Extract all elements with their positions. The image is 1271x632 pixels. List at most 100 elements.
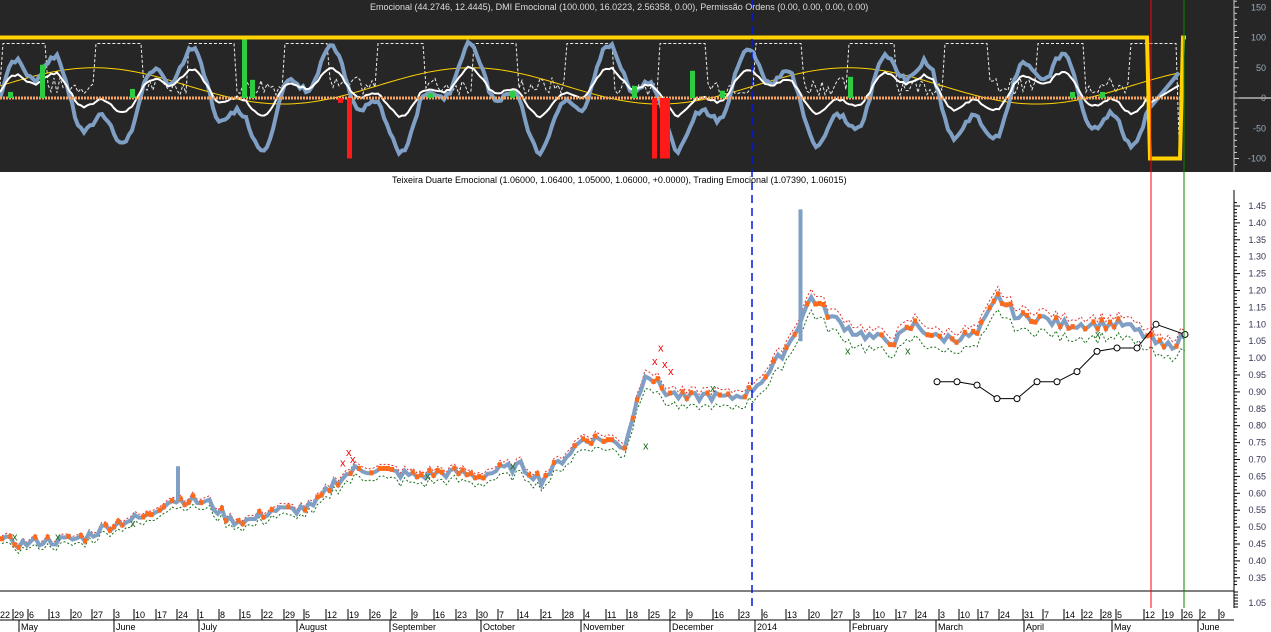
price-bar-down <box>551 460 556 466</box>
x-day-label: 4 <box>585 610 590 620</box>
price-bar-down <box>950 336 955 342</box>
price-bar-down <box>356 465 361 471</box>
lower-tick-label: 1.10 <box>1248 319 1266 329</box>
dmi-bar-positive <box>428 93 433 98</box>
dmi-bar-positive <box>1070 91 1075 98</box>
x-month-label: September <box>392 622 436 632</box>
x-day-label: 10 <box>960 610 970 620</box>
price-bar-down <box>925 332 930 338</box>
trading-emocional-point <box>1053 378 1061 386</box>
buy-marker: x <box>905 346 911 358</box>
price-bar-down <box>149 512 154 518</box>
x-month-label: December <box>672 622 714 632</box>
price-bar-down <box>821 301 826 307</box>
upper-tick-label: -100 <box>1248 154 1266 164</box>
subpanel-tick-label: 1.05 <box>1248 598 1266 608</box>
price-bar-down <box>1070 324 1075 330</box>
price-bar-down <box>1162 344 1166 350</box>
x-day-label: 24 <box>178 610 188 620</box>
dmi-bar-negative <box>660 98 665 159</box>
price-bar-down <box>66 533 71 539</box>
price-bar-down <box>1025 312 1030 318</box>
x-day-label: 12 <box>1145 610 1155 620</box>
price-bar-down <box>929 332 934 338</box>
lower-tick-label: 0.50 <box>1248 522 1266 532</box>
dmi-bar-positive <box>40 64 45 98</box>
price-bar-down <box>190 493 195 499</box>
dmi-bar-positive <box>720 90 725 98</box>
price-bar-down <box>1157 337 1162 343</box>
price-bar-down <box>390 466 395 472</box>
x-month-label: August <box>299 622 328 632</box>
price-bar-down <box>0 536 4 542</box>
price-bar-down <box>315 494 320 500</box>
dmi-bar-positive <box>130 88 135 98</box>
upper-tick-label: 150 <box>1251 2 1266 12</box>
x-day-label: 23 <box>457 610 467 620</box>
trading-emocional-point <box>1013 395 1021 403</box>
x-day-label: 27 <box>93 610 103 620</box>
sell-marker: x <box>658 342 664 354</box>
sell-marker: x <box>668 366 674 378</box>
price-bar-down <box>813 301 818 307</box>
x-day-label: 19 <box>349 610 359 620</box>
x-day-label: 31 <box>1024 610 1034 620</box>
price-bar-down <box>112 524 117 530</box>
price-bar-down <box>477 473 482 479</box>
x-day-label: 20 <box>72 610 82 620</box>
price-bar-down <box>1033 319 1038 325</box>
price-bar-down <box>261 514 266 520</box>
x-day-label: 7 <box>1044 610 1049 620</box>
buy-marker: x <box>710 383 716 395</box>
x-day-label: 25 <box>650 610 660 620</box>
x-day-label: 22 <box>263 610 273 620</box>
trading-emocional-point <box>953 378 961 386</box>
x-month-label: March <box>938 622 963 632</box>
x-day-label: 8 <box>220 610 225 620</box>
price-bar-down <box>1083 326 1088 332</box>
price-bar-down <box>771 358 776 364</box>
x-month-label: November <box>583 622 625 632</box>
price-bar-down <box>369 470 374 476</box>
price-bar-down <box>987 305 992 311</box>
price-bar-down <box>464 472 469 478</box>
x-day-label: 10 <box>875 610 885 620</box>
price-bar-down <box>962 329 967 335</box>
price-bar-down <box>286 504 291 510</box>
x-day-label: 10 <box>135 610 145 620</box>
x-day-label: 9 <box>413 610 418 620</box>
price-bar-down <box>726 391 731 397</box>
x-day-label: 5 <box>305 610 310 620</box>
trading-emocional-point <box>973 381 981 389</box>
price-bar-down <box>979 319 984 325</box>
price-bar-down <box>610 437 615 443</box>
x-day-label: 30 <box>478 610 488 620</box>
x-day-label: 2 <box>392 610 397 620</box>
price-bar-down <box>904 324 909 330</box>
lower-tick-label: 1.45 <box>1248 201 1266 211</box>
trading-emocional-point <box>1073 368 1081 376</box>
dmi-bar-negative <box>665 98 670 159</box>
price-bar-down <box>120 522 125 528</box>
price-bar-down <box>415 474 419 480</box>
price-bar-down <box>991 298 996 304</box>
x-day-label: 9 <box>1220 610 1225 620</box>
price-bar-down <box>219 505 224 511</box>
dmi-bar-positive <box>690 70 695 98</box>
price-bar-down <box>498 462 502 468</box>
price-bar-down <box>435 467 440 473</box>
price-bar-down <box>581 436 585 442</box>
price-bar-down <box>1008 301 1013 307</box>
lower-tick-label: 1.20 <box>1248 286 1266 296</box>
lower-tick-label: 0.90 <box>1248 387 1266 397</box>
price-bar-down <box>622 445 627 451</box>
price-bar-down <box>1066 325 1071 331</box>
price-bar-down <box>1099 317 1104 323</box>
price-bar-down <box>269 507 274 513</box>
price-bar-down <box>103 522 108 528</box>
upper-tick-label: 0 <box>1261 93 1266 103</box>
trading-emocional-point <box>1093 347 1101 355</box>
x-day-label: 17 <box>157 610 167 620</box>
lower-tick-label: 0.35 <box>1248 573 1266 583</box>
price-bar-down <box>431 472 436 478</box>
